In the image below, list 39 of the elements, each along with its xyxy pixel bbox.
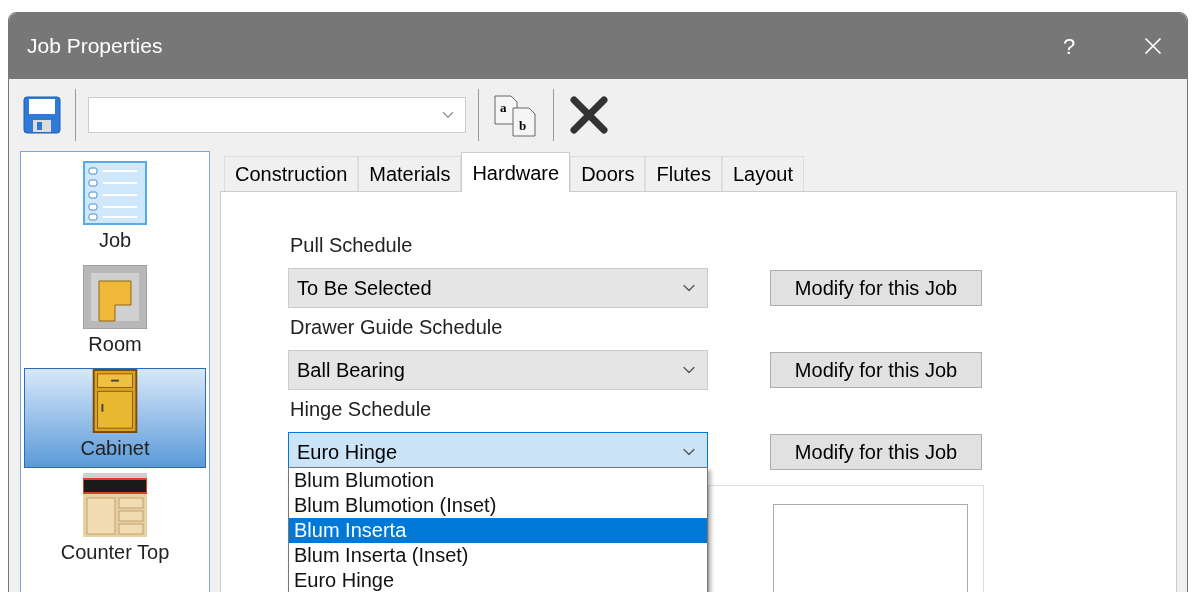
tab[interactable]: Flutes bbox=[645, 156, 722, 191]
modify-button[interactable]: Modify for this Job bbox=[770, 352, 982, 388]
dropdown-option[interactable]: Blum Inserta bbox=[289, 518, 707, 543]
dropdown-option[interactable]: Blum Inserta (Inset) bbox=[289, 543, 707, 568]
schedule-label: Hinge Schedule bbox=[289, 397, 433, 422]
cabinet-icon bbox=[92, 369, 138, 433]
sidebar-item[interactable]: Job bbox=[24, 160, 206, 260]
help-button[interactable]: ? bbox=[1049, 29, 1089, 63]
delete-x-icon bbox=[568, 94, 610, 136]
schedule-combo[interactable]: Ball Bearing bbox=[288, 350, 708, 390]
modify-button[interactable]: Modify for this Job bbox=[770, 270, 982, 306]
combo-value: Euro Hinge bbox=[297, 440, 399, 465]
sidebar-label: Counter Top bbox=[60, 540, 170, 565]
save-icon bbox=[23, 96, 61, 134]
combo-value: To Be Selected bbox=[297, 276, 433, 301]
schedule-label: Pull Schedule bbox=[289, 233, 414, 258]
tab[interactable]: Hardware bbox=[461, 152, 571, 192]
tab[interactable]: Layout bbox=[721, 156, 804, 191]
sidebar-item[interactable]: Room bbox=[24, 264, 206, 364]
counter-top-icon bbox=[83, 473, 147, 537]
schedule-combo[interactable]: To Be Selected bbox=[288, 268, 708, 308]
save-button[interactable] bbox=[21, 94, 63, 136]
rename-button[interactable]: a b bbox=[491, 90, 541, 140]
dropdown-option[interactable]: Euro Hinge bbox=[289, 568, 707, 592]
sidebar-label: Cabinet bbox=[80, 436, 150, 461]
sidebar-label: Room bbox=[88, 332, 142, 357]
tab[interactable]: Materials bbox=[358, 156, 462, 191]
schedule-label: Drawer Guide Schedule bbox=[289, 315, 504, 340]
sidebar-item[interactable]: Counter Top bbox=[24, 472, 206, 572]
room-floor-plan-icon bbox=[83, 265, 147, 329]
combo-value: Ball Bearing bbox=[297, 358, 406, 383]
modify-button[interactable]: Modify for this Job bbox=[770, 434, 982, 470]
sidebar-label: Job bbox=[98, 228, 132, 253]
list-document-icon bbox=[83, 161, 147, 225]
window-title: Job Properties bbox=[27, 33, 164, 60]
tab[interactable]: Construction bbox=[224, 156, 359, 191]
tab[interactable]: Doors bbox=[570, 156, 646, 191]
sidebar-item[interactable]: Cabinet bbox=[24, 368, 206, 468]
dropdown-option[interactable]: Blum Blumotion (Inset) bbox=[289, 493, 707, 518]
